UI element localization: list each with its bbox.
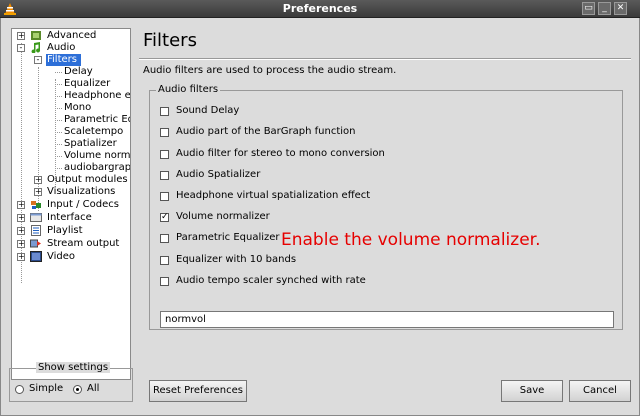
preferences-window: + Advanced - Audio - Filters Delay Equal… <box>0 18 640 416</box>
expand-icon[interactable]: + <box>17 227 25 235</box>
tree-item-label: Output modules <box>47 174 128 185</box>
tree-item-label: audiobargraph_a <box>64 162 131 173</box>
advanced-icon <box>31 31 41 40</box>
checkbox-label[interactable]: Equalizer with 10 bands <box>176 254 296 265</box>
expand-icon[interactable]: + <box>17 240 25 248</box>
checkbox[interactable] <box>160 128 169 137</box>
checkbox-label[interactable]: Audio part of the BarGraph function <box>176 126 356 137</box>
tree-item-label: Spatializer <box>64 138 117 149</box>
checkbox-label[interactable]: Sound Delay <box>176 105 239 116</box>
close-button[interactable]: ✕ <box>614 2 627 15</box>
simple-radio[interactable] <box>15 385 24 394</box>
tree-item-label: Volume normalizer <box>64 150 131 161</box>
title-divider <box>139 58 631 60</box>
simple-radio-label[interactable]: Simple <box>29 383 63 394</box>
expand-icon[interactable]: + <box>17 214 25 222</box>
collapse-icon[interactable]: - <box>17 44 25 52</box>
expand-icon[interactable]: + <box>34 188 42 196</box>
interface-icon <box>30 213 42 222</box>
tree-item-label: Parametric Equalizer <box>64 114 130 125</box>
tree-item-label: Stream output <box>47 238 120 249</box>
checkbox[interactable] <box>160 107 169 116</box>
tree-item-label: Advanced <box>47 30 97 41</box>
page-title: Filters <box>143 30 197 51</box>
checkbox[interactable] <box>160 234 169 243</box>
checkbox-checked[interactable]: ✓ <box>160 213 169 222</box>
filters-panel: Filters Audio filters are used to proces… <box>139 28 631 356</box>
all-radio[interactable] <box>73 385 82 394</box>
tree-item-label: Delay <box>64 66 93 77</box>
input-codecs-icon <box>31 201 41 209</box>
show-settings-group: Show settings Simple All <box>9 362 133 402</box>
checkbox-label[interactable]: Parametric Equalizer <box>176 232 280 243</box>
tree-item-label: Visualizations <box>47 186 116 197</box>
collapse-icon[interactable]: - <box>34 56 42 64</box>
checkbox[interactable] <box>160 171 169 180</box>
checkbox[interactable] <box>160 192 169 201</box>
stream-output-icon <box>30 239 41 248</box>
tree-item-label: Headphone effect <box>64 90 131 101</box>
window-title: Preferences <box>282 2 358 15</box>
save-button[interactable]: Save <box>501 380 563 402</box>
checkbox-label[interactable]: Volume normalizer <box>176 211 270 222</box>
checkbox[interactable] <box>160 277 169 286</box>
audio-icon <box>31 42 41 53</box>
tree-item-label: Input / Codecs <box>47 199 119 210</box>
expand-icon[interactable]: + <box>17 201 25 209</box>
tree-item-label: Audio <box>47 42 76 53</box>
tree-item-filters[interactable]: - Filters <box>12 54 130 66</box>
title-bar[interactable]: Preferences ▭ _ ✕ <box>0 0 640 18</box>
instruction-overlay: Enable the volume normalizer. <box>281 230 541 250</box>
tree-item-label: Scaletempo <box>64 126 124 137</box>
audio-filters-legend: Audio filters <box>156 84 221 95</box>
filter-string-input[interactable]: normvol <box>160 311 614 328</box>
cancel-button[interactable]: Cancel <box>569 380 631 402</box>
checkbox[interactable] <box>160 256 169 265</box>
tree-item-advanced[interactable]: + Advanced <box>12 30 130 42</box>
tree-item-label: Interface <box>47 212 92 223</box>
audio-filters-group: Audio filters Sound Delay Audio part of … <box>149 84 623 330</box>
panel-description: Audio filters are used to process the au… <box>143 65 397 76</box>
settings-tree[interactable]: + Advanced - Audio - Filters Delay Equal… <box>11 28 131 380</box>
tree-item-label: Filters <box>46 54 81 66</box>
show-settings-legend: Show settings <box>36 362 111 373</box>
reset-preferences-button[interactable]: Reset Preferences <box>149 380 247 402</box>
checkbox-label[interactable]: Audio filter for stereo to mono conversi… <box>176 148 385 159</box>
checkbox-label[interactable]: Audio Spatializer <box>176 169 260 180</box>
expand-icon[interactable]: + <box>34 176 42 184</box>
checkbox[interactable] <box>160 150 169 159</box>
checkbox-label[interactable]: Audio tempo scaler synched with rate <box>176 275 366 286</box>
shade-button[interactable]: ▭ <box>582 2 595 15</box>
expand-icon[interactable]: + <box>17 32 25 40</box>
tree-item-label: Mono <box>64 102 92 113</box>
checkbox-label[interactable]: Headphone virtual spatialization effect <box>176 190 370 201</box>
all-radio-label[interactable]: All <box>87 383 99 394</box>
tree-item-label: Equalizer <box>64 78 111 89</box>
tree-item-label: Video <box>47 251 76 262</box>
tree-item-label: Playlist <box>47 225 83 236</box>
playlist-icon <box>31 225 41 236</box>
tree-item-audio[interactable]: - Audio <box>12 42 130 54</box>
minimize-button[interactable]: _ <box>598 2 611 15</box>
video-icon <box>30 251 42 262</box>
expand-icon[interactable]: + <box>17 253 25 261</box>
